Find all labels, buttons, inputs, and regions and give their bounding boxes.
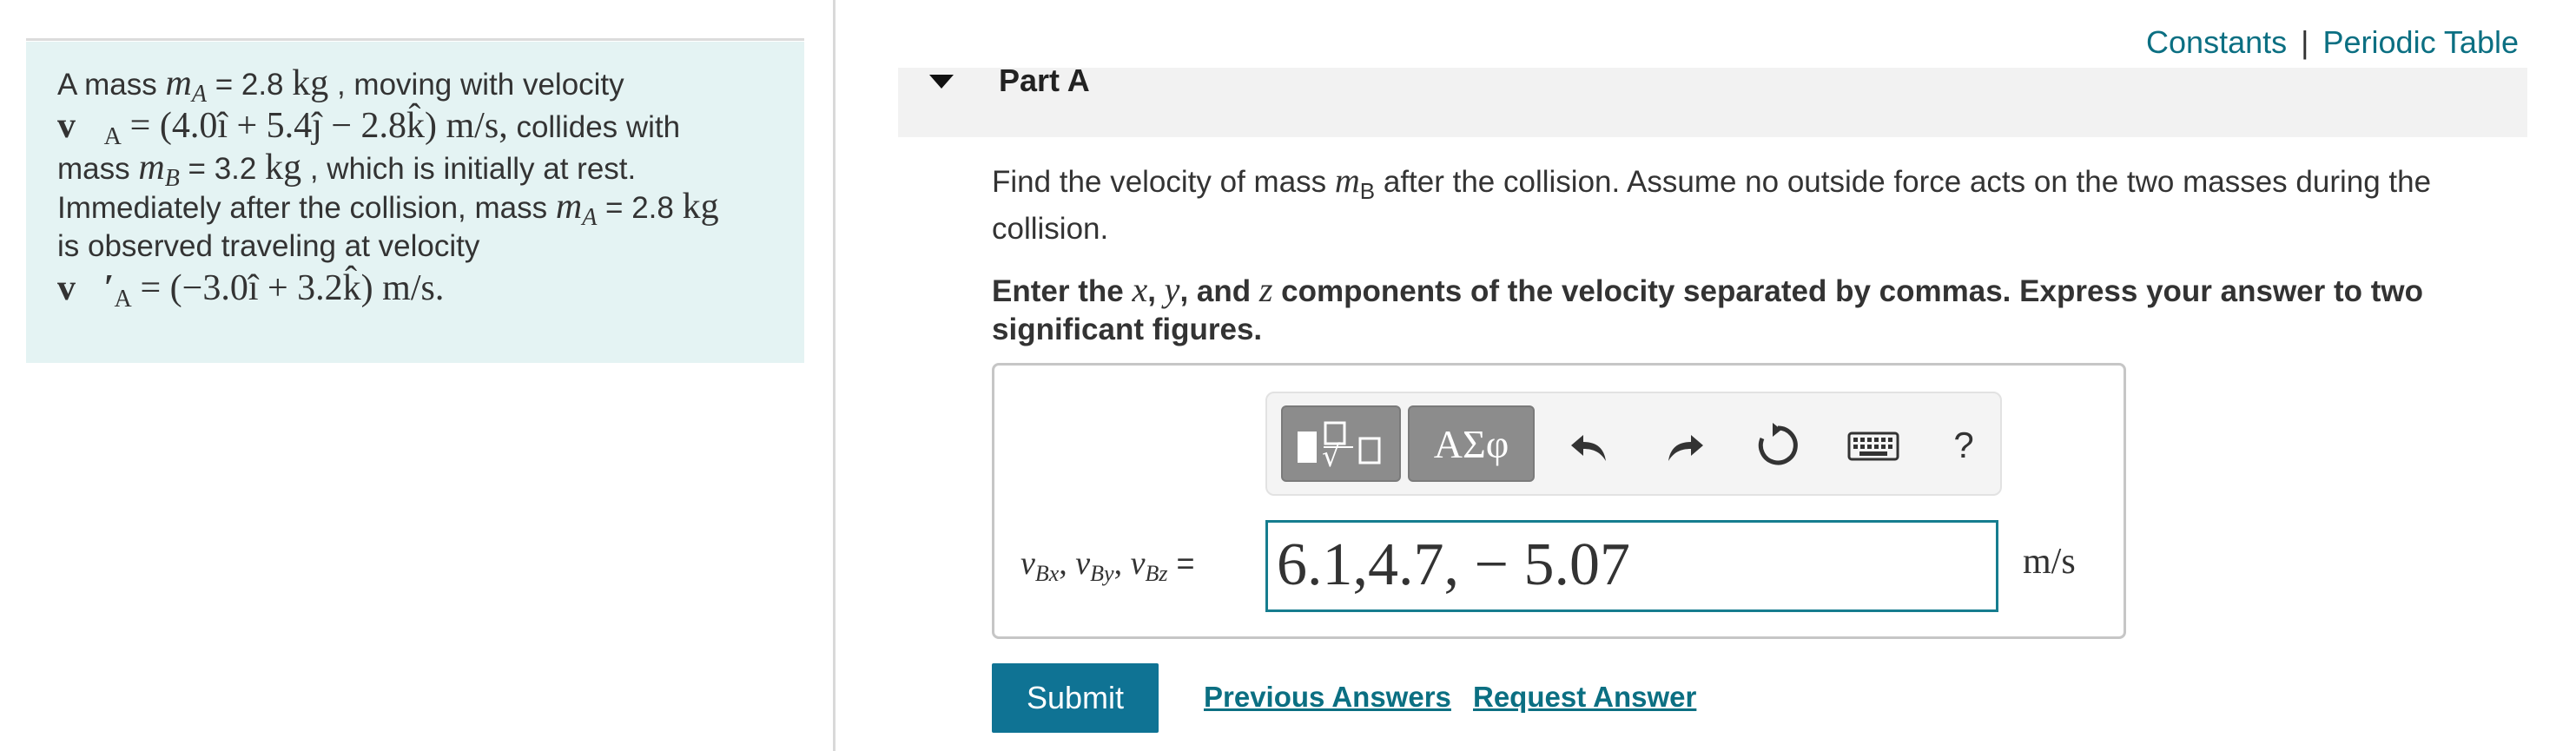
previous-answers-link[interactable]: Previous Answers [1204, 681, 1451, 714]
part-header[interactable]: Part A [898, 63, 2527, 137]
problem-line-2: v⃗A = (4.0î + 5.4ĵ − 2.8k̂) m/s, collide… [57, 106, 681, 150]
request-answer-link[interactable]: Request Answer [1473, 681, 1696, 714]
part-title: Part A [999, 63, 1090, 98]
left-top-rule [26, 38, 804, 41]
submit-button[interactable]: Submit [992, 663, 1159, 733]
problem-statement: A mass mA = 2.8 kg , moving with velocit… [26, 42, 804, 363]
question-instructions: Find the velocity of mass mB after the c… [992, 161, 2538, 372]
problem-line-5: is observed traveling at velocity [57, 229, 480, 263]
svg-text:√: √ [1322, 439, 1341, 471]
templates-button[interactable]: √ [1281, 405, 1401, 482]
problem-line-3: mass mB = 3.2 kg , which is initially at… [57, 148, 637, 193]
math-toolbar: √ ΑΣφ ? [1265, 392, 2002, 496]
problem-line-6: v⃗′A = (−3.0î + 3.2k̂) m/s. [57, 268, 445, 313]
links-separator: | [2301, 24, 2309, 60]
problem-line-1: A mass mA = 2.8 kg , moving with velocit… [57, 63, 624, 109]
vector-v-symbol: v⃗ [57, 106, 104, 146]
answer-format-text: Enter the x, y, and z components of the … [992, 270, 2423, 347]
vector-v-prime-symbol: v⃗′ [57, 268, 115, 308]
collapse-triangle-icon[interactable] [929, 75, 954, 89]
column-divider [833, 0, 836, 751]
help-icon[interactable]: ? [1938, 419, 1990, 471]
answer-unit: m/s [2023, 542, 2076, 582]
answer-label: vBx, vBy, vBz = [1020, 545, 1195, 587]
answer-box: √ ΑΣφ ? vBx, vBy, vBz = 6.1,4.7, − 5.07 … [992, 363, 2126, 639]
redo-icon[interactable] [1658, 419, 1710, 471]
header-links: Constants | Periodic Table [2146, 24, 2519, 61]
reset-icon[interactable] [1752, 419, 1804, 471]
problem-line-4: Immediately after the collision, mass mA… [57, 187, 719, 232]
symbols-button[interactable]: ΑΣφ [1408, 405, 1535, 482]
question-text: Find the velocity of mass mB after the c… [992, 161, 2432, 247]
periodic-table-link[interactable]: Periodic Table [2323, 24, 2519, 60]
constants-link[interactable]: Constants [2146, 24, 2287, 60]
undo-icon[interactable] [1564, 419, 1616, 471]
answer-input[interactable]: 6.1,4.7, − 5.07 [1265, 520, 1998, 612]
keyboard-icon[interactable] [1846, 419, 1901, 471]
templates-icon: √ [1298, 421, 1381, 471]
